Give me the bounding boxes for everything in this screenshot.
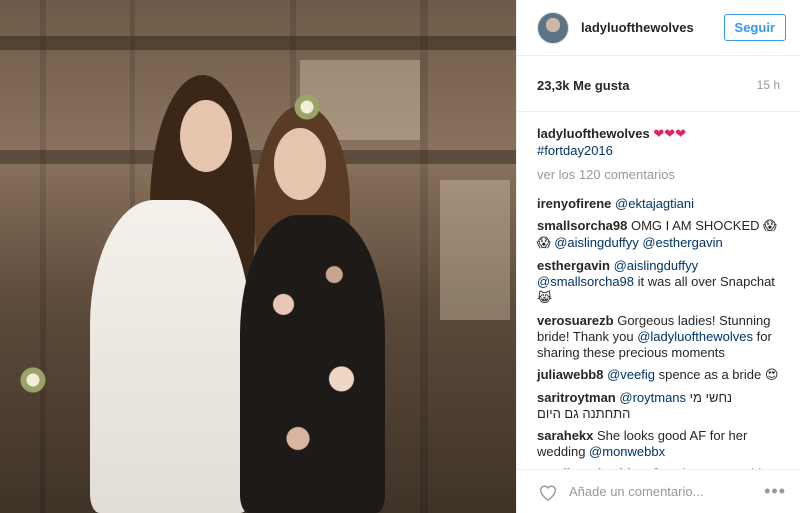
mention-link[interactable]: @aislingduffyy xyxy=(614,258,699,273)
avatar[interactable] xyxy=(537,11,569,44)
mention-link[interactable]: @esthergavin xyxy=(642,235,722,250)
barn-board xyxy=(40,0,46,513)
post-header: ladyluofthewolves Seguir xyxy=(517,0,800,56)
flower-crown xyxy=(262,92,352,122)
emoji: 😍 xyxy=(764,368,779,383)
bouquet xyxy=(8,355,58,405)
comment-username[interactable]: juliawebb8 xyxy=(537,367,603,382)
comment-text: OMG I AM SHOCKED xyxy=(630,218,764,233)
post-photo[interactable] xyxy=(0,0,516,513)
comment-item: saritroytman @roytmans נחשי מי התחתנה גם… xyxy=(537,390,780,422)
ellipsis-icon[interactable]: ••• xyxy=(764,481,786,502)
caption-username[interactable]: ladyluofthewolves xyxy=(537,126,650,141)
comment-item: juliawebb8 @veefig spence as a bride 😍 xyxy=(537,367,780,384)
barn-board xyxy=(420,0,428,513)
heart-outline-icon[interactable] xyxy=(537,481,559,503)
comment-text: spence as a bride xyxy=(654,367,765,382)
add-comment-bar: ••• xyxy=(517,469,800,513)
comment-username[interactable]: saritroytman xyxy=(537,390,616,405)
comments-list[interactable]: ladyluofthewolves ❤❤❤ #fortday2016 ver l… xyxy=(517,112,800,512)
mention-link[interactable]: @ladyluofthewolves xyxy=(637,329,753,344)
comment-username[interactable]: verosuarezb xyxy=(537,313,614,328)
comment-text: it was all over Snapchat xyxy=(634,274,775,289)
post-sidebar: ladyluofthewolves Seguir 23,3k Me gusta … xyxy=(516,0,800,513)
instagram-post: ladyluofthewolves Seguir 23,3k Me gusta … xyxy=(0,0,800,513)
username[interactable]: ladyluofthewolves xyxy=(581,20,724,35)
floral-dress xyxy=(240,215,385,513)
comment-container: irenyofirene @ektajagtiani smallsorcha98 … xyxy=(537,196,780,482)
comment-item: sarahekx She looks good AF for her weddi… xyxy=(537,428,780,460)
comment-username[interactable]: esthergavin xyxy=(537,258,610,273)
comment-item: verosuarezb Gorgeous ladies! Stunning br… xyxy=(537,313,780,361)
comment-input[interactable] xyxy=(569,484,765,499)
comment-item: smallsorcha98 OMG I AM SHOCKED 😱 😱 @aisl… xyxy=(537,218,780,252)
white-dress xyxy=(90,200,250,513)
post-time[interactable]: 15 h xyxy=(757,78,780,111)
caption-text: ❤❤❤ xyxy=(653,127,687,142)
face xyxy=(274,128,326,200)
comment-username[interactable]: smallsorcha98 xyxy=(537,218,627,233)
hashtag-link[interactable]: #fortday2016 xyxy=(537,143,613,158)
comment-item: esthergavin @aislingduffyy @smallsorcha9… xyxy=(537,258,780,307)
barn-beam xyxy=(0,150,516,164)
window-light xyxy=(440,180,510,320)
mention-link[interactable]: @veefig xyxy=(607,367,655,382)
face xyxy=(180,100,232,172)
comment-username[interactable]: sarahekx xyxy=(537,428,593,443)
view-all-comments-link[interactable]: ver los 120 comentarios xyxy=(537,167,780,182)
follow-button[interactable]: Seguir xyxy=(723,14,786,41)
mention-link[interactable]: @smallsorcha98 xyxy=(537,274,634,289)
caption: ladyluofthewolves ❤❤❤ #fortday2016 xyxy=(537,126,780,159)
post-meta: 23,3k Me gusta 15 h xyxy=(517,56,800,112)
likes-count[interactable]: 23,3k Me gusta xyxy=(537,78,630,111)
mention-link[interactable]: @ektajagtiani xyxy=(615,196,694,211)
barn-beam xyxy=(0,36,516,50)
mention-link[interactable]: @roytmans xyxy=(619,390,686,405)
mention-link[interactable]: @aislingduffyy xyxy=(554,235,639,250)
mention-link[interactable]: @monwebbx xyxy=(589,444,665,459)
emoji: 😱 xyxy=(537,236,551,251)
comment-username[interactable]: irenyofirene xyxy=(537,196,611,211)
emoji: 😱 xyxy=(763,219,777,234)
emoji: 😹 xyxy=(537,291,553,306)
comment-item: irenyofirene @ektajagtiani xyxy=(537,196,780,212)
